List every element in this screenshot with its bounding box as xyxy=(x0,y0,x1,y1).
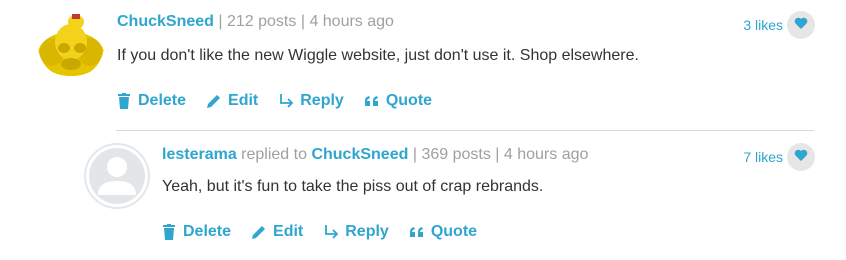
quote-icon xyxy=(364,93,380,109)
avatar[interactable] xyxy=(38,12,104,78)
pencil-icon xyxy=(206,93,222,109)
avatar-image xyxy=(38,12,104,78)
replied-to-label: replied to xyxy=(241,146,307,163)
reply-comment: lesterama replied to ChuckSneed | 369 po… xyxy=(0,131,846,260)
separator: | xyxy=(495,146,500,163)
delete-label: Delete xyxy=(183,223,232,240)
reply-label: Reply xyxy=(345,223,389,240)
reply-button[interactable]: Reply xyxy=(278,91,344,111)
reply-button[interactable]: Reply xyxy=(323,222,389,242)
comment-actions: Delete Edit Reply Quote xyxy=(116,91,452,111)
like-button[interactable] xyxy=(787,11,815,39)
edit-label: Edit xyxy=(228,92,259,109)
trash-icon xyxy=(116,93,132,109)
heart-icon xyxy=(794,17,808,33)
replied-to-user-link[interactable]: ChuckSneed xyxy=(311,146,408,163)
comment: ChuckSneed | 212 posts | 4 hours ago If … xyxy=(0,0,846,130)
quote-button[interactable]: Quote xyxy=(364,91,432,111)
avatar[interactable] xyxy=(84,143,150,209)
edit-button[interactable]: Edit xyxy=(251,222,303,242)
edit-label: Edit xyxy=(273,223,304,240)
timestamp: 4 hours ago xyxy=(309,13,394,30)
comment-meta: lesterama replied to ChuckSneed | 369 po… xyxy=(162,145,588,165)
likes: 3 likes xyxy=(743,11,815,39)
separator: | xyxy=(218,13,223,30)
default-avatar-icon xyxy=(84,143,150,209)
quote-button[interactable]: Quote xyxy=(409,222,477,242)
separator: | xyxy=(412,146,417,163)
delete-button[interactable]: Delete xyxy=(161,222,231,242)
post-count: 212 posts xyxy=(226,13,297,30)
heart-icon xyxy=(794,149,808,165)
username-link[interactable]: lesterama xyxy=(162,146,237,163)
separator: | xyxy=(300,13,305,30)
edit-button[interactable]: Edit xyxy=(206,91,258,111)
like-button[interactable] xyxy=(787,143,815,171)
quote-label: Quote xyxy=(385,92,433,109)
quote-label: Quote xyxy=(430,223,478,240)
comment-body: Yeah, but it's fun to take the piss out … xyxy=(162,178,544,195)
post-count: 369 posts xyxy=(421,146,491,163)
delete-button[interactable]: Delete xyxy=(116,91,186,111)
reply-arrow-icon xyxy=(323,224,339,240)
pencil-icon xyxy=(251,224,267,240)
username-link[interactable]: ChuckSneed xyxy=(117,13,214,30)
comment-body: If you don't like the new Wiggle website… xyxy=(117,47,639,64)
like-count[interactable]: 7 likes xyxy=(743,149,783,165)
delete-label: Delete xyxy=(138,92,187,109)
comment-meta: ChuckSneed | 212 posts | 4 hours ago xyxy=(117,12,394,32)
reply-label: Reply xyxy=(300,92,344,109)
comment-actions: Delete Edit Reply Quote xyxy=(161,222,497,242)
reply-arrow-icon xyxy=(278,93,294,109)
like-count[interactable]: 3 likes xyxy=(743,17,783,33)
likes: 7 likes xyxy=(743,143,815,171)
timestamp: 4 hours ago xyxy=(503,146,589,163)
trash-icon xyxy=(161,224,177,240)
quote-icon xyxy=(409,224,425,240)
